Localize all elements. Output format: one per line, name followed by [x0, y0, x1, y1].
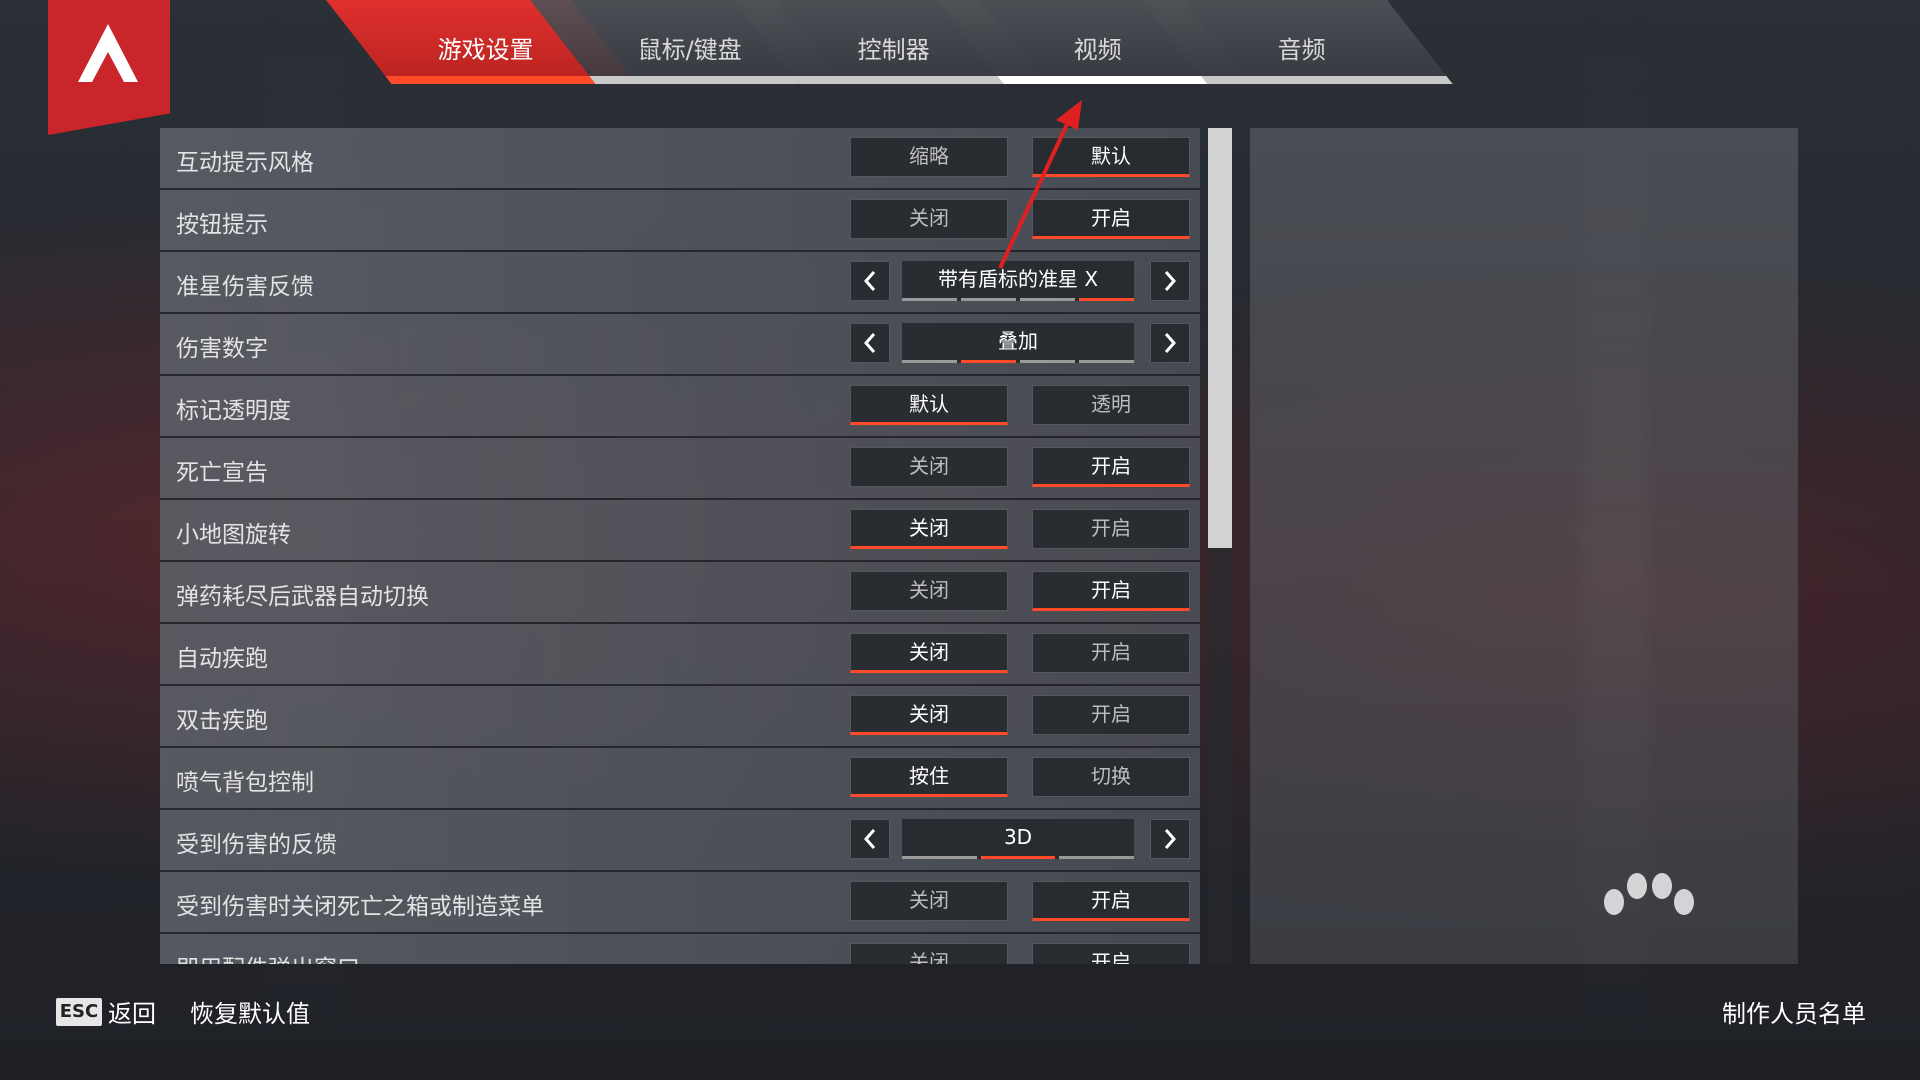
setting-row: 死亡宣告 关闭 开启 [160, 438, 1200, 500]
option-button[interactable]: 按住 [850, 757, 1008, 797]
setting-label: 弹药耗尽后武器自动切换 [176, 584, 429, 610]
chevron-left-icon [863, 829, 876, 849]
next-option-button[interactable] [1150, 261, 1190, 301]
chevron-right-icon [1164, 271, 1177, 291]
chevron-right-icon [1164, 829, 1177, 849]
setting-row: 准星伤害反馈 带有盾标的准星 X [160, 252, 1200, 314]
carousel-pip [1020, 298, 1075, 301]
carousel-indicator [902, 360, 1134, 363]
setting-label: 受到伤害时关闭死亡之箱或制造菜单 [176, 894, 544, 920]
carousel-pip [1020, 360, 1075, 363]
option-button[interactable]: 关闭 [850, 509, 1008, 549]
chevron-left-icon [863, 271, 876, 291]
setting-row: 伤害数字 叠加 [160, 314, 1200, 376]
setting-label: 按钮提示 [176, 212, 268, 238]
option-button[interactable]: 默认 [850, 385, 1008, 425]
next-option-button[interactable] [1150, 323, 1190, 363]
carousel-pip [961, 298, 1016, 301]
option-button[interactable]: 切换 [1032, 757, 1190, 797]
setting-row: 按钮提示 关闭 开启 [160, 190, 1200, 252]
setting-label: 伤害数字 [176, 336, 268, 362]
settings-list: 互动提示风格 缩略 默认 按钮提示 关闭 开启 准星伤害反馈 带有盾标的准星 X 伤害数字 叠加标… [160, 128, 1200, 964]
setting-row: 受到伤害时关闭死亡之箱或制造菜单 关闭 开启 [160, 872, 1200, 934]
option-button[interactable]: 关闭 [850, 695, 1008, 735]
option-button[interactable]: 关闭 [850, 571, 1008, 611]
carousel-pip [1079, 298, 1134, 301]
chevron-right-icon [1164, 333, 1177, 353]
carousel-value-text: 叠加 [998, 329, 1038, 353]
description-panel [1250, 128, 1798, 964]
setting-row: 受到伤害的反馈 3D [160, 810, 1200, 872]
carousel-pip [980, 856, 1056, 859]
carousel-indicator [902, 856, 1135, 859]
option-button[interactable]: 缩略 [850, 137, 1008, 177]
option-button[interactable]: 开启 [1032, 633, 1190, 673]
setting-row: 双击疾跑 关闭 开启 [160, 686, 1200, 748]
carousel-pip [1059, 856, 1135, 859]
setting-row: 即用配件弹出窗口 关闭 开启 [160, 934, 1200, 964]
credits-button[interactable]: 制作人员名单 [1722, 994, 1866, 1029]
option-button[interactable]: 开启 [1032, 447, 1190, 487]
carousel-pip [902, 298, 957, 301]
setting-row: 喷气背包控制 按住 切换 [160, 748, 1200, 810]
setting-label: 受到伤害的反馈 [176, 832, 337, 858]
setting-row: 自动疾跑 关闭 开启 [160, 624, 1200, 686]
carousel-value-text: 带有盾标的准星 X [937, 267, 1099, 291]
carousel-value: 叠加 [902, 323, 1134, 363]
carousel-pip [961, 360, 1016, 363]
carousel-pip [902, 360, 957, 363]
option-button[interactable]: 默认 [1032, 137, 1190, 177]
option-button[interactable]: 开启 [1032, 881, 1190, 921]
carousel-value: 带有盾标的准星 X [902, 261, 1134, 301]
carousel-value-text: 3D [1003, 825, 1033, 849]
option-button[interactable]: 开启 [1032, 509, 1190, 549]
settings-tabbar: 游戏设置 鼠标/键盘 控制器 视频 音频 [0, 0, 1920, 86]
setting-label: 喷气背包控制 [176, 770, 314, 796]
option-button[interactable]: 开启 [1032, 943, 1190, 964]
option-button[interactable]: 开启 [1032, 199, 1190, 239]
footer-bar: ESC 返回 恢复默认值 制作人员名单 [0, 980, 1920, 1040]
esc-key-icon: ESC [56, 998, 102, 1026]
carousel-value: 3D [902, 819, 1135, 859]
reset-defaults-button[interactable]: 恢复默认值 [190, 994, 310, 1029]
setting-label: 标记透明度 [176, 398, 291, 424]
option-button[interactable]: 透明 [1032, 385, 1190, 425]
chevron-left-icon [863, 333, 876, 353]
option-button[interactable]: 关闭 [850, 199, 1008, 239]
scrollbar[interactable] [1208, 128, 1232, 964]
option-button[interactable]: 关闭 [850, 633, 1008, 673]
scrollbar-thumb[interactable] [1208, 128, 1232, 548]
setting-label: 即用配件弹出窗口 [176, 949, 360, 964]
prev-option-button[interactable] [850, 261, 890, 301]
option-button[interactable]: 关闭 [850, 943, 1008, 964]
setting-label: 死亡宣告 [176, 460, 268, 486]
setting-label: 小地图旋转 [176, 522, 291, 548]
setting-row: 小地图旋转 关闭 开启 [160, 500, 1200, 562]
setting-row: 标记透明度 默认 透明 [160, 376, 1200, 438]
prev-option-button[interactable] [850, 819, 890, 859]
tab-label: 音频 [1277, 36, 1326, 64]
option-button[interactable]: 开启 [1032, 695, 1190, 735]
carousel-pip [1079, 360, 1134, 363]
setting-row: 互动提示风格 缩略 默认 [160, 128, 1200, 190]
setting-label: 准星伤害反馈 [176, 274, 314, 300]
back-button[interactable]: 返回 [108, 994, 156, 1029]
setting-label: 互动提示风格 [176, 150, 314, 176]
setting-row: 弹药耗尽后武器自动切换 关闭 开启 [160, 562, 1200, 624]
carousel-indicator [902, 298, 1134, 301]
option-button[interactable]: 关闭 [850, 447, 1008, 487]
carousel-pip [902, 856, 977, 859]
next-option-button[interactable] [1150, 819, 1190, 859]
prev-option-button[interactable] [850, 323, 890, 363]
setting-label: 自动疾跑 [176, 646, 268, 672]
option-button[interactable]: 开启 [1032, 571, 1190, 611]
setting-label: 双击疾跑 [176, 708, 268, 734]
option-button[interactable]: 关闭 [850, 881, 1008, 921]
